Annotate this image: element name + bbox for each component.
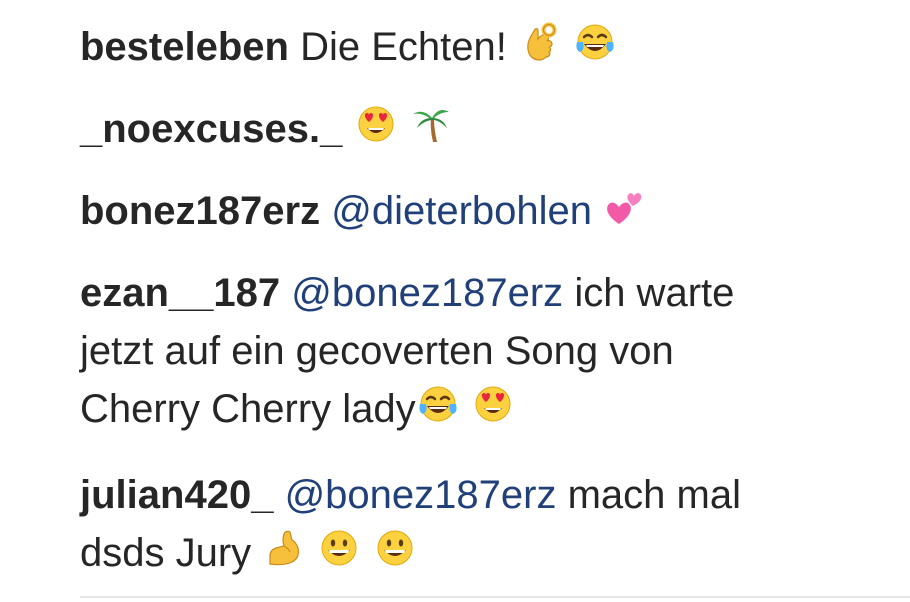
- comment-mention-link[interactable]: @dieterbohlen: [331, 189, 592, 233]
- comment-item: julian420_ @bonez187erz mach mal dsds Ju…: [80, 466, 890, 582]
- comment-mention-link[interactable]: @bonez187erz: [291, 271, 563, 315]
- comment-text: mach mal: [567, 473, 741, 517]
- two-hearts-icon: [603, 184, 647, 228]
- comment-username[interactable]: besteleben: [80, 25, 289, 69]
- comment-line: dsds Jury: [80, 524, 890, 582]
- heart-eyes-icon: [354, 102, 398, 146]
- comment-text: ich warte: [574, 271, 735, 315]
- grinning-face-icon: [317, 526, 361, 570]
- ok-hand-icon: [518, 20, 562, 64]
- tears-of-joy-icon: [416, 382, 460, 426]
- comment-line: Cherry Cherry lady: [80, 380, 890, 438]
- comment-list: besteleben Die Echten! _noexcuses._ bone…: [0, 0, 910, 602]
- flexed-biceps-icon: [262, 526, 306, 570]
- comment-username[interactable]: _noexcuses._: [80, 107, 342, 151]
- comment-username[interactable]: bonez187erz: [80, 189, 320, 233]
- comment-username[interactable]: julian420_: [80, 473, 273, 517]
- divider: [80, 596, 910, 598]
- grinning-face-icon: [373, 526, 417, 570]
- comment-mention-link[interactable]: @bonez187erz: [285, 473, 557, 517]
- comment-line: julian420_ @bonez187erz mach mal: [80, 466, 890, 524]
- comment-text: dsds Jury: [80, 531, 252, 575]
- comment-item: besteleben Die Echten!: [80, 18, 890, 76]
- comment-line: jetzt auf ein gecoverten Song von: [80, 322, 890, 380]
- comment-line: ezan__187 @bonez187erz ich warte: [80, 264, 890, 322]
- tears-of-joy-icon: [573, 20, 617, 64]
- palm-tree-icon: [409, 102, 453, 146]
- comment-item: bonez187erz @dieterbohlen: [80, 182, 890, 240]
- comment-text: Cherry Cherry lady: [80, 387, 416, 431]
- comment-item: _noexcuses._: [80, 100, 890, 158]
- comment-text: jetzt auf ein gecoverten Song von: [80, 329, 674, 373]
- comment-username[interactable]: ezan__187: [80, 271, 280, 315]
- heart-eyes-icon: [471, 382, 515, 426]
- comment-item: ezan__187 @bonez187erz ich warte jetzt a…: [80, 264, 890, 438]
- comment-text: Die Echten!: [300, 25, 507, 69]
